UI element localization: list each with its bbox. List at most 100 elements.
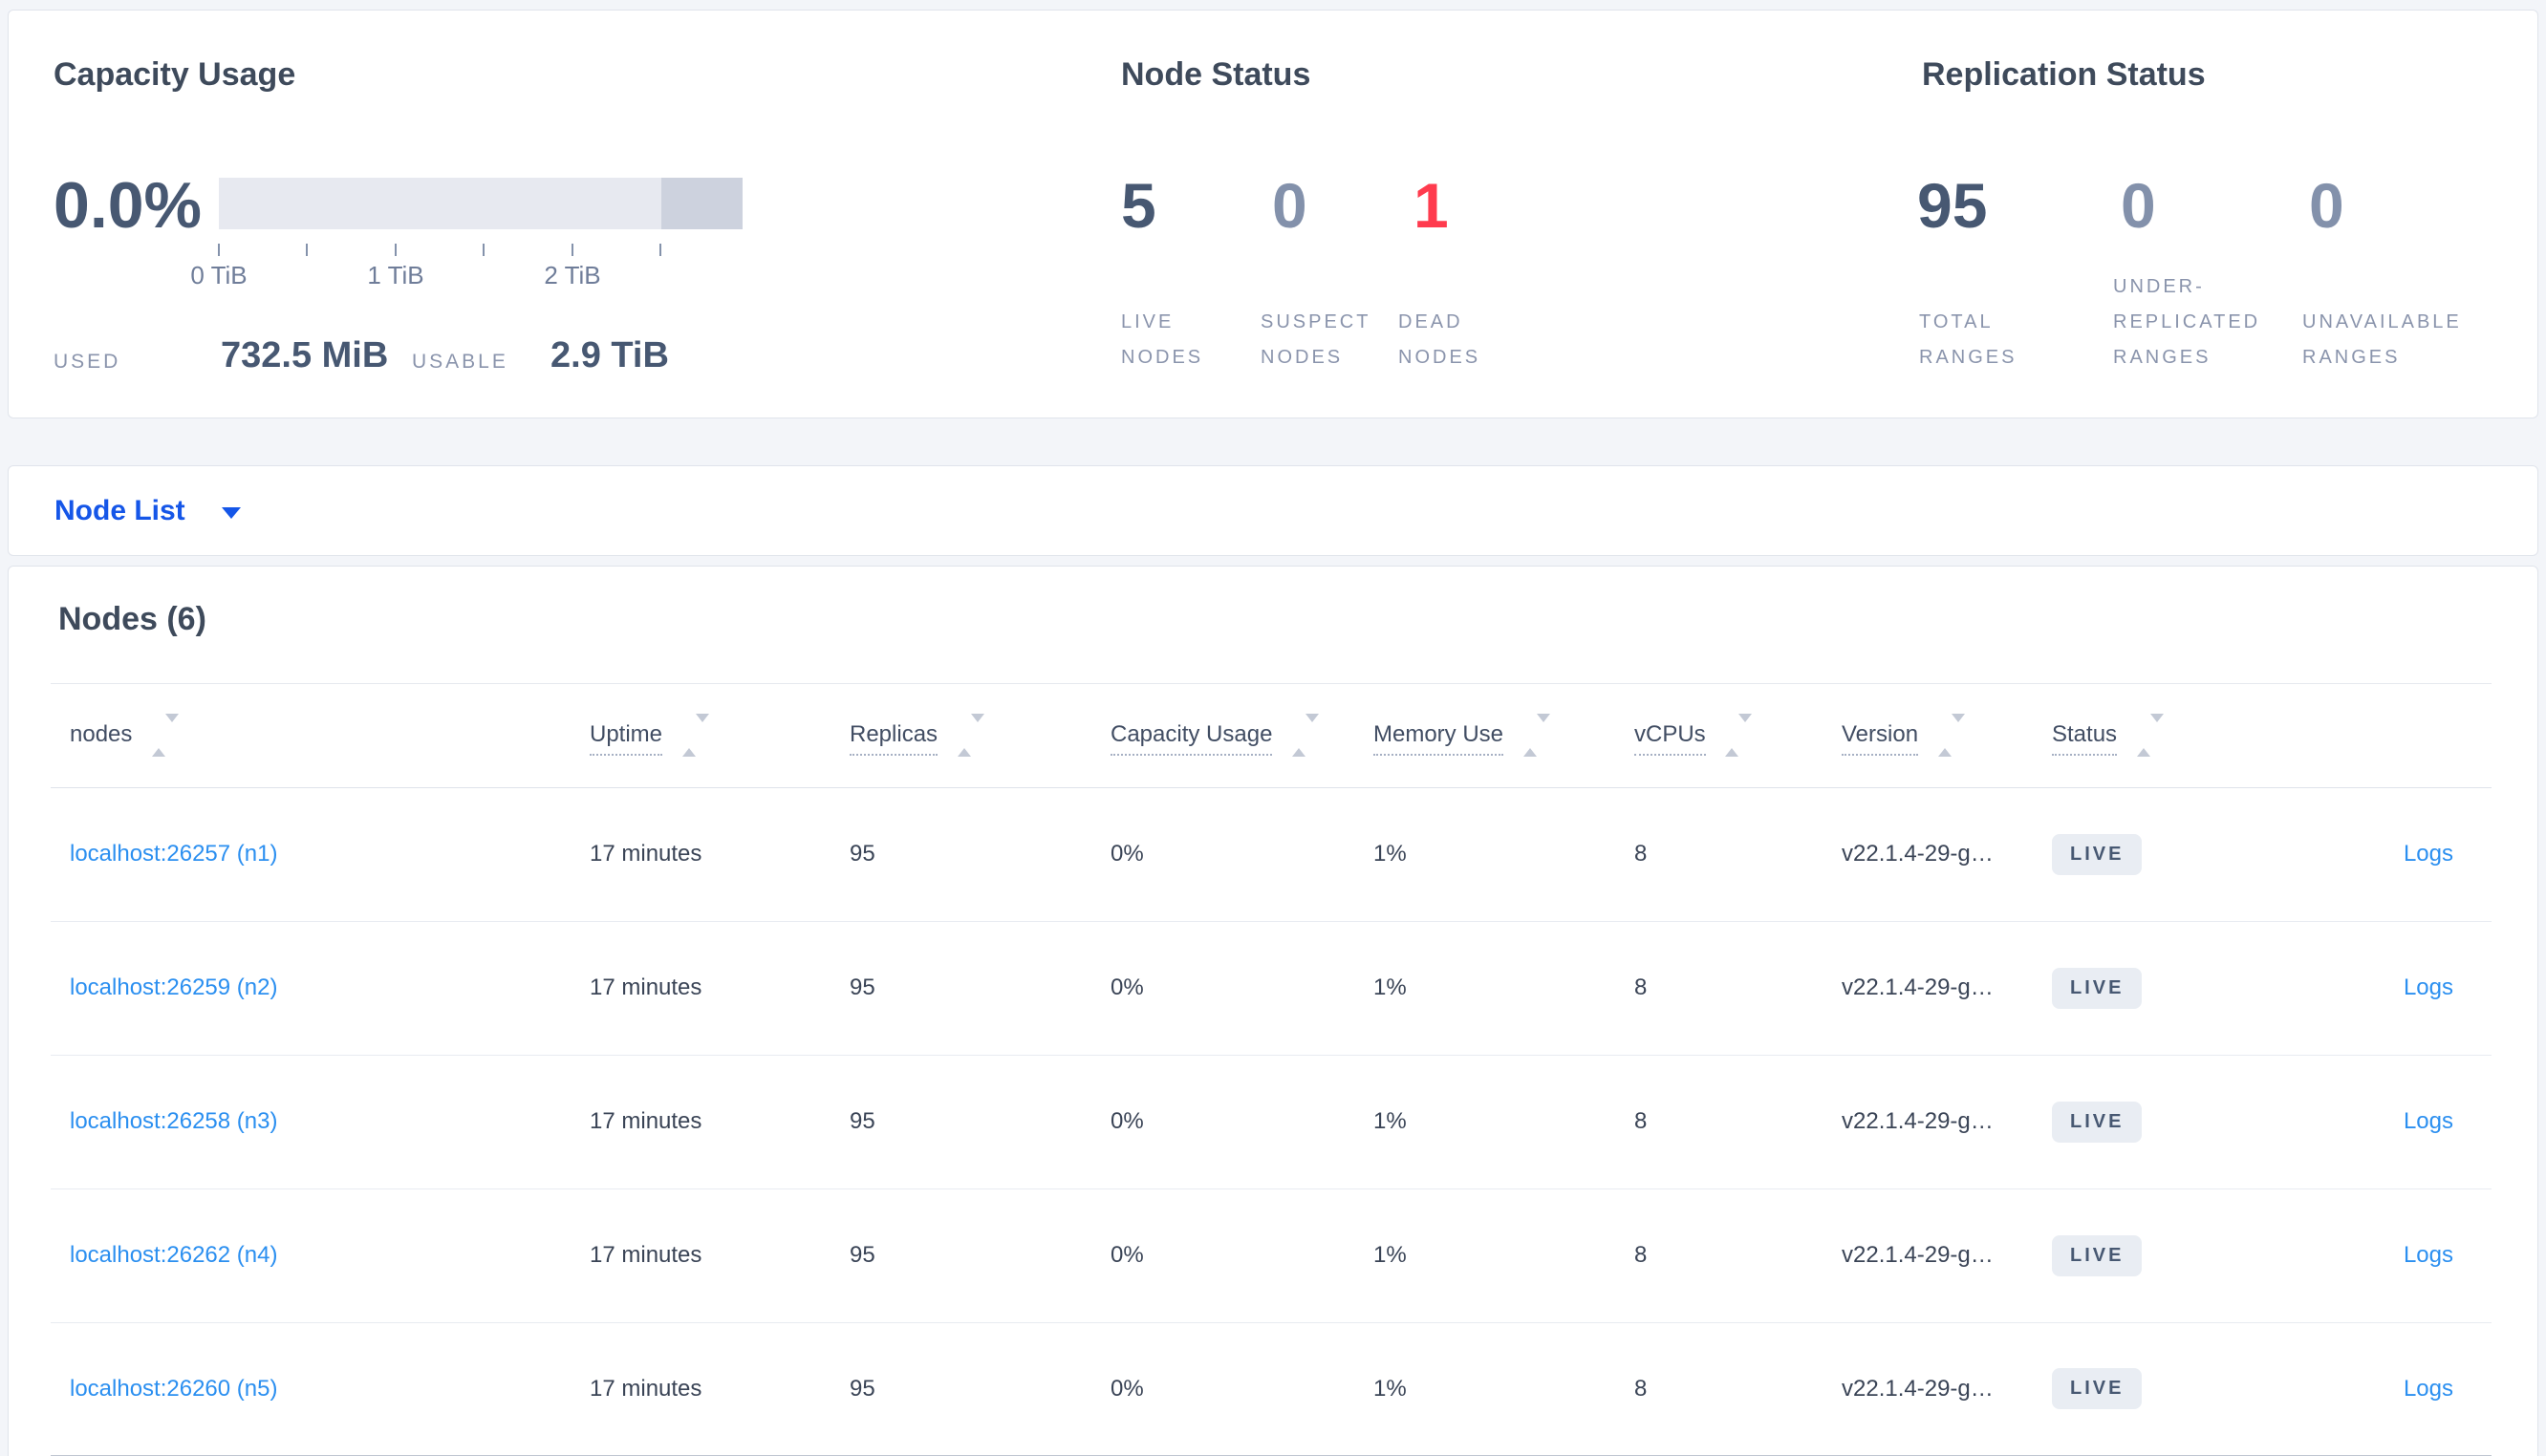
vcpus-cell: 8: [1634, 1322, 1842, 1456]
view-selector-bar: Node List: [8, 465, 2538, 556]
status-badge: LIVE: [2052, 967, 2143, 1009]
axis-tick: [306, 244, 308, 256]
version-cell: v22.1.4-29-g…: [1842, 1055, 2052, 1189]
live-nodes-count: 5: [1121, 170, 1156, 241]
column-header-status[interactable]: Status: [2052, 684, 2308, 788]
replicas-cell: 95: [850, 921, 1111, 1056]
unavailable-ranges-count: 0: [2309, 170, 2344, 241]
logs-link[interactable]: Logs: [2404, 1108, 2453, 1134]
node-link[interactable]: localhost:26257 (n1): [70, 841, 277, 867]
sort-icon[interactable]: [1522, 714, 1550, 758]
memory-cell: 1%: [1373, 1188, 1634, 1323]
column-header-vcpus[interactable]: vCPUs: [1634, 684, 1842, 788]
suspect-nodes-count: 0: [1272, 170, 1307, 241]
node-link[interactable]: localhost:26260 (n5): [70, 1376, 277, 1402]
status-badge: LIVE: [2052, 1234, 2143, 1276]
status-badge: LIVE: [2052, 833, 2143, 875]
chevron-down-icon: [221, 506, 241, 519]
nodes-heading: Nodes (6): [58, 601, 206, 637]
logs-link[interactable]: Logs: [2404, 841, 2453, 867]
status-badge: LIVE: [2052, 1101, 2143, 1143]
table-row: localhost:26257 (n1) 17 minutes 95 0% 1%…: [51, 787, 2492, 922]
dead-nodes-label: DEAD NODES: [1398, 311, 1481, 368]
column-header-memory-use[interactable]: Memory Use: [1373, 684, 1634, 788]
axis-tick: [659, 244, 661, 256]
column-header-capacity-usage[interactable]: Capacity Usage: [1111, 684, 1373, 788]
vcpus-cell: 8: [1634, 1055, 1842, 1189]
axis-tick-label: 2 TiB: [544, 261, 601, 289]
memory-cell: 1%: [1373, 1055, 1634, 1189]
suspect-nodes-label: SUSPECT NODES: [1261, 311, 1371, 368]
logs-link[interactable]: Logs: [2404, 1376, 2453, 1402]
capacity-cell: 0%: [1111, 1322, 1373, 1456]
axis-tick: [218, 244, 220, 256]
total-ranges-count: 95: [1917, 170, 1988, 241]
axis-tick-label: 0 TiB: [190, 261, 248, 289]
usable-label: USABLE: [412, 351, 508, 373]
replication-status-title: Replication Status: [1922, 56, 2206, 93]
status-cell: LIVE: [2052, 1055, 2308, 1189]
logs-link[interactable]: Logs: [2404, 1242, 2453, 1268]
axis-tick: [572, 244, 573, 256]
usable-value: 2.9 TiB: [550, 335, 669, 375]
unavailable-ranges-label: UNAVAILABLE RANGES: [2302, 311, 2462, 368]
cluster-overview-page: Capacity Usage 0.0% 0 TiB 1 TiB 2 TiB US…: [0, 0, 2546, 1456]
vcpus-cell: 8: [1634, 787, 1842, 922]
capacity-cell: 0%: [1111, 1055, 1373, 1189]
status-badge: LIVE: [2052, 1368, 2143, 1409]
column-header-replicas[interactable]: Replicas: [850, 684, 1111, 788]
memory-cell: 1%: [1373, 787, 1634, 922]
status-cell: LIVE: [2052, 1188, 2308, 1323]
under-replicated-ranges-count: 0: [2121, 170, 2156, 241]
node-list-dropdown[interactable]: Node List: [54, 495, 241, 527]
memory-cell: 1%: [1373, 921, 1634, 1056]
replicas-cell: 95: [850, 1188, 1111, 1323]
capacity-bar: [219, 178, 743, 229]
axis-tick: [395, 244, 397, 256]
capacity-bar-usable-segment: [219, 178, 661, 229]
table-header-row: nodes Uptime Replicas Capacity Usage Mem…: [51, 684, 2492, 788]
sort-icon[interactable]: [1292, 714, 1320, 758]
nodes-table-panel: Nodes (6) nodes Uptime Replicas Capacity…: [8, 566, 2538, 1456]
capacity-percent-value: 0.0%: [54, 169, 202, 242]
node-link[interactable]: localhost:26258 (n3): [70, 1108, 277, 1134]
uptime-cell: 17 minutes: [590, 1055, 850, 1189]
node-status-title: Node Status: [1121, 56, 1311, 93]
version-cell: v22.1.4-29-g…: [1842, 921, 2052, 1056]
replicas-cell: 95: [850, 1322, 1111, 1456]
table-row: localhost:26258 (n3) 17 minutes 95 0% 1%…: [51, 1055, 2492, 1189]
uptime-cell: 17 minutes: [590, 921, 850, 1056]
sort-icon[interactable]: [957, 714, 984, 758]
vcpus-cell: 8: [1634, 1188, 1842, 1323]
version-cell: v22.1.4-29-g…: [1842, 1322, 2052, 1456]
status-cell: LIVE: [2052, 787, 2308, 922]
axis-tick-label: 1 TiB: [367, 261, 424, 289]
capacity-usage-title: Capacity Usage: [54, 56, 296, 93]
column-header-nodes[interactable]: nodes: [51, 684, 590, 788]
uptime-cell: 17 minutes: [590, 787, 850, 922]
used-value: 732.5 MiB: [221, 335, 389, 375]
sort-icon[interactable]: [1937, 714, 1965, 758]
node-link[interactable]: localhost:26259 (n2): [70, 974, 277, 1000]
total-ranges-label: TOTAL RANGES: [1919, 311, 2017, 368]
capacity-cell: 0%: [1111, 787, 1373, 922]
column-header-version[interactable]: Version: [1842, 684, 2052, 788]
capacity-cell: 0%: [1111, 921, 1373, 1056]
under-replicated-ranges-label: UNDER-REPLICATED RANGES: [2113, 276, 2261, 368]
uptime-cell: 17 minutes: [590, 1322, 850, 1456]
table-row: localhost:26262 (n4) 17 minutes 95 0% 1%…: [51, 1188, 2492, 1323]
sort-icon[interactable]: [1725, 714, 1753, 758]
replicas-cell: 95: [850, 787, 1111, 922]
logs-link[interactable]: Logs: [2404, 974, 2453, 1000]
sort-icon[interactable]: [681, 714, 709, 758]
sort-icon[interactable]: [2136, 714, 2164, 758]
vcpus-cell: 8: [1634, 921, 1842, 1056]
node-list-dropdown-label: Node List: [54, 494, 185, 526]
live-nodes-label: LIVE NODES: [1121, 311, 1204, 368]
status-cell: LIVE: [2052, 921, 2308, 1056]
axis-tick: [483, 244, 485, 256]
node-link[interactable]: localhost:26262 (n4): [70, 1242, 277, 1268]
sort-icon[interactable]: [152, 714, 180, 758]
uptime-cell: 17 minutes: [590, 1188, 850, 1323]
column-header-uptime[interactable]: Uptime: [590, 684, 850, 788]
